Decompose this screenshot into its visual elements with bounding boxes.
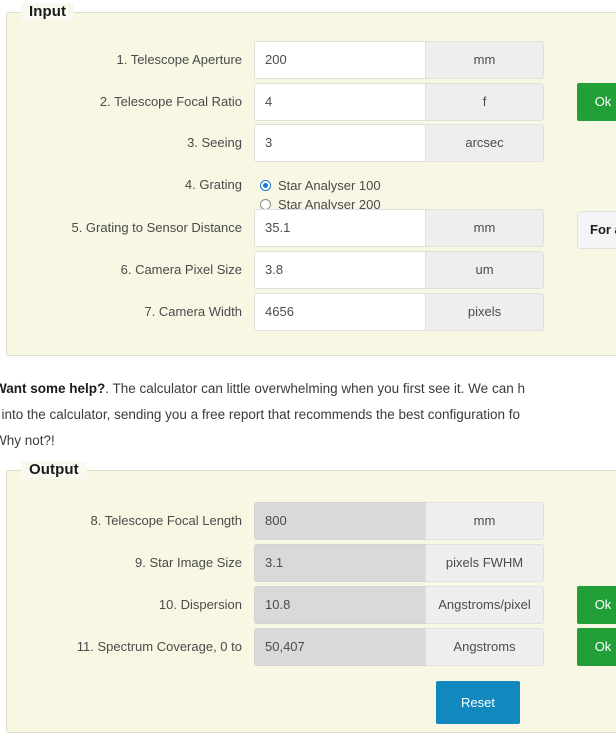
label-dispersion: 10. Dispersion (158, 597, 242, 612)
ok-badge-spectrum-coverage[interactable]: Ok (577, 628, 616, 666)
unit-camera-width: pixels (425, 293, 544, 331)
input-section-legend: Input (21, 3, 75, 21)
label-star-image-size: 9. Star Image Size (135, 555, 242, 570)
unit-seeing: arcsec (425, 124, 544, 162)
label-grating-to-sensor-distance: 5. Grating to Sensor Distance (71, 220, 242, 235)
unit-telescope-focal-ratio: f (425, 83, 544, 121)
unit-dispersion: Angstroms/pixel (425, 586, 544, 624)
radio-label-star-analyser-100: Star Analyser 100 (278, 178, 381, 193)
input-group-dispersion: 10.8 Angstroms/pixel (254, 586, 544, 624)
output-spectrum-coverage: 50,407 (254, 628, 425, 666)
note-badge-grating-distance: For a (577, 211, 616, 249)
unit-grating-to-sensor-distance: mm (425, 209, 544, 247)
input-group-grating-to-sensor-distance: 35.1 mm (254, 209, 544, 247)
label-spectrum-coverage: 11. Spectrum Coverage, 0 to (76, 639, 242, 654)
label-telescope-focal-length: 8. Telescope Focal Length (90, 513, 242, 528)
input-grating-to-sensor-distance[interactable]: 35.1 (254, 209, 425, 247)
input-telescope-focal-ratio[interactable]: 4 (254, 83, 425, 121)
unit-telescope-focal-length: mm (425, 502, 544, 540)
help-line-2: t into the calculator, sending you a fre… (0, 407, 521, 422)
label-seeing: 3. Seeing (187, 135, 242, 150)
input-group-telescope-focal-length: 800 mm (254, 502, 544, 540)
label-camera-width: 7. Camera Width (144, 304, 242, 319)
ok-badge-telescope-focal-ratio[interactable]: Ok (577, 83, 616, 121)
unit-spectrum-coverage: Angstroms (425, 628, 544, 666)
unit-star-image-size: pixels FWHM (425, 544, 544, 582)
reset-button[interactable]: Reset (436, 681, 520, 724)
input-group-spectrum-coverage: 50,407 Angstroms (254, 628, 544, 666)
output-dispersion: 10.8 (254, 586, 425, 624)
help-paragraph: Want some help?. The calculator can litt… (0, 376, 616, 454)
ok-badge-dispersion[interactable]: Ok (577, 586, 616, 624)
input-group-seeing: 3 arcsec (254, 124, 544, 162)
output-star-image-size: 3.1 (254, 544, 425, 582)
output-section: Output 8. Telescope Focal Length 800 mm … (6, 461, 616, 733)
input-group-telescope-focal-ratio: 4 f (254, 83, 544, 121)
output-telescope-focal-length: 800 (254, 502, 425, 540)
radio-option-star-analyser-100[interactable]: Star Analyser 100 (260, 176, 381, 195)
input-camera-width[interactable]: 4656 (254, 293, 425, 331)
input-seeing[interactable]: 3 (254, 124, 425, 162)
unit-telescope-aperture: mm (425, 41, 544, 79)
label-camera-pixel-size: 6. Camera Pixel Size (120, 262, 242, 277)
input-group-star-image-size: 3.1 pixels FWHM (254, 544, 544, 582)
input-telescope-aperture[interactable]: 200 (254, 41, 425, 79)
radio-selected-icon[interactable] (260, 180, 271, 191)
input-group-telescope-aperture: 200 mm (254, 41, 544, 79)
input-group-camera-pixel-size: 3.8 um (254, 251, 544, 289)
label-grating: 4. Grating (184, 177, 242, 192)
input-section: Input 1. Telescope Aperture 200 mm 2. Te… (6, 3, 616, 356)
help-line-3: Why not?! (0, 433, 55, 448)
output-section-legend: Output (21, 461, 87, 479)
label-telescope-focal-ratio: 2. Telescope Focal Ratio (99, 94, 242, 109)
input-group-camera-width: 4656 pixels (254, 293, 544, 331)
unit-camera-pixel-size: um (425, 251, 544, 289)
label-telescope-aperture: 1. Telescope Aperture (116, 52, 242, 67)
help-lead: Want some help? (0, 381, 106, 396)
help-line-1: . The calculator can little overwhelming… (105, 381, 525, 396)
input-camera-pixel-size[interactable]: 3.8 (254, 251, 425, 289)
